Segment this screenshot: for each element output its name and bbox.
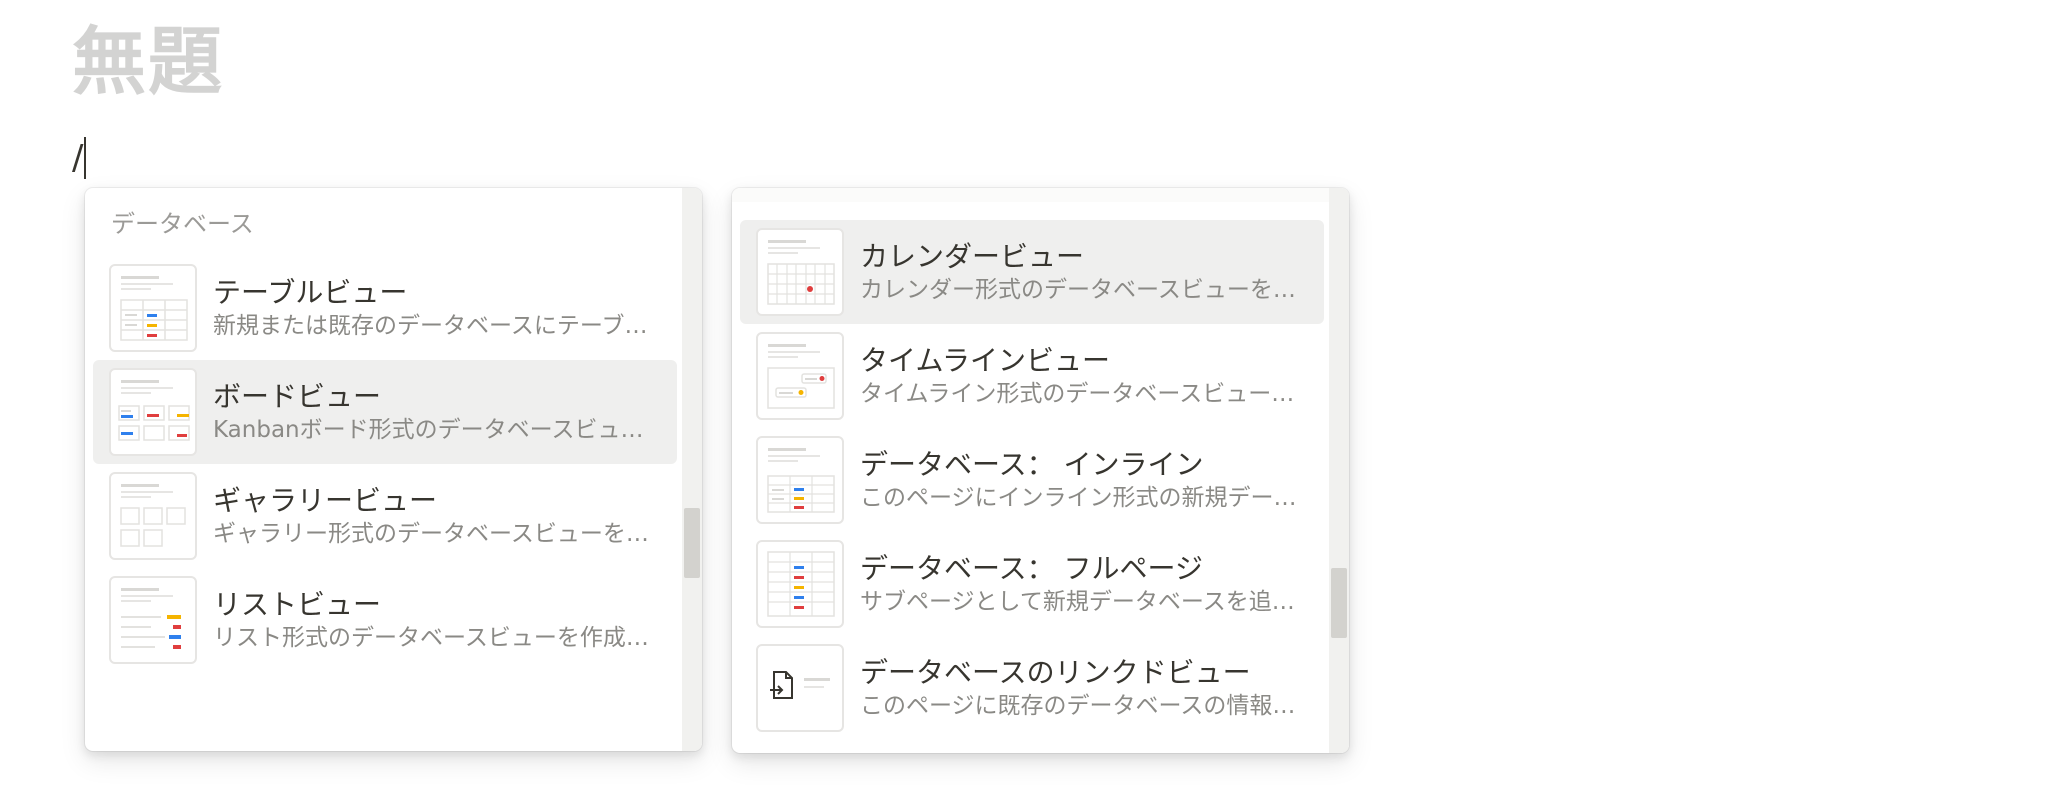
menu-item-gallery-view[interactable]: ギャラリービュー ギャラリー形式のデータベースビューを… bbox=[93, 464, 677, 568]
menu-scrollbar-thumb[interactable] bbox=[1331, 568, 1347, 638]
editor-line[interactable]: / bbox=[72, 134, 87, 182]
text-caret bbox=[84, 137, 87, 179]
database-fullpage-thumbnail-icon bbox=[756, 540, 844, 628]
item-description: タイムライン形式のデータベースビュー… bbox=[860, 381, 1295, 407]
linked-database-thumbnail-icon bbox=[756, 644, 844, 732]
menu-item-calendar-view[interactable]: カレンダービュー カレンダー形式のデータベースビューを… bbox=[740, 220, 1324, 324]
item-title: ボードビュー bbox=[213, 380, 382, 413]
item-description: Kanbanボード形式のデータベースビュ… bbox=[213, 417, 644, 443]
item-description: このページにインライン形式の新規デー… bbox=[860, 485, 1297, 511]
item-title: データベース： インライン bbox=[860, 448, 1204, 481]
item-description: ギャラリー形式のデータベースビューを… bbox=[213, 521, 649, 547]
menu-top-edge bbox=[732, 188, 1349, 202]
page-title[interactable]: 無題 bbox=[72, 21, 224, 103]
item-title: タイムラインビュー bbox=[860, 344, 1111, 377]
menu-item-list-view[interactable]: リストビュー リスト形式のデータベースビューを作成… bbox=[93, 568, 677, 672]
item-description: カレンダー形式のデータベースビューを… bbox=[860, 277, 1296, 303]
item-description: サブページとして新規データベースを追… bbox=[860, 589, 1295, 615]
board-view-thumbnail-icon bbox=[109, 368, 197, 456]
item-title: ギャラリービュー bbox=[213, 484, 438, 517]
menu-item-timeline-view[interactable]: タイムラインビュー タイムライン形式のデータベースビュー… bbox=[740, 324, 1324, 428]
item-title: テーブルビュー bbox=[213, 276, 408, 309]
timeline-view-thumbnail-icon bbox=[756, 332, 844, 420]
item-description: 新規または既存のデータベースにテーブ… bbox=[213, 313, 648, 339]
menu-scrollbar[interactable] bbox=[1329, 188, 1349, 753]
menu-scrollbar[interactable] bbox=[682, 188, 702, 751]
slash-command-text: / bbox=[72, 138, 84, 178]
item-title: データベース： フルページ bbox=[860, 552, 1203, 585]
slash-command-menu-right[interactable]: カレンダービュー カレンダー形式のデータベースビューを… タイムラインビュー タ… bbox=[732, 188, 1349, 753]
menu-item-database-fullpage[interactable]: データベース： フルページ サブページとして新規データベースを追… bbox=[740, 532, 1324, 636]
database-inline-thumbnail-icon bbox=[756, 436, 844, 524]
item-title: リストビュー bbox=[213, 588, 382, 621]
calendar-view-thumbnail-icon bbox=[756, 228, 844, 316]
menu-item-board-view[interactable]: ボードビュー Kanbanボード形式のデータベースビュ… bbox=[93, 360, 677, 464]
menu-item-table-view[interactable]: テーブルビュー 新規または既存のデータベースにテーブ… bbox=[93, 256, 677, 360]
slash-command-menu-left[interactable]: データベース テーブルビュー 新規または既存のデータベースにテーブ… ボードビュ… bbox=[85, 188, 702, 751]
table-view-thumbnail-icon bbox=[109, 264, 197, 352]
item-title: データベースのリンクドビュー bbox=[860, 656, 1251, 689]
list-view-thumbnail-icon bbox=[109, 576, 197, 664]
menu-item-linked-database[interactable]: データベースのリンクドビュー このページに既存のデータベースの情報… bbox=[740, 636, 1324, 740]
item-title: カレンダービュー bbox=[860, 240, 1085, 273]
menu-item-database-inline[interactable]: データベース： インライン このページにインライン形式の新規デー… bbox=[740, 428, 1324, 532]
item-description: リスト形式のデータベースビューを作成… bbox=[213, 625, 649, 651]
gallery-view-thumbnail-icon bbox=[109, 472, 197, 560]
section-header-database: データベース bbox=[111, 210, 254, 238]
item-description: このページに既存のデータベースの情報… bbox=[860, 693, 1296, 719]
menu-scrollbar-thumb[interactable] bbox=[684, 508, 700, 578]
